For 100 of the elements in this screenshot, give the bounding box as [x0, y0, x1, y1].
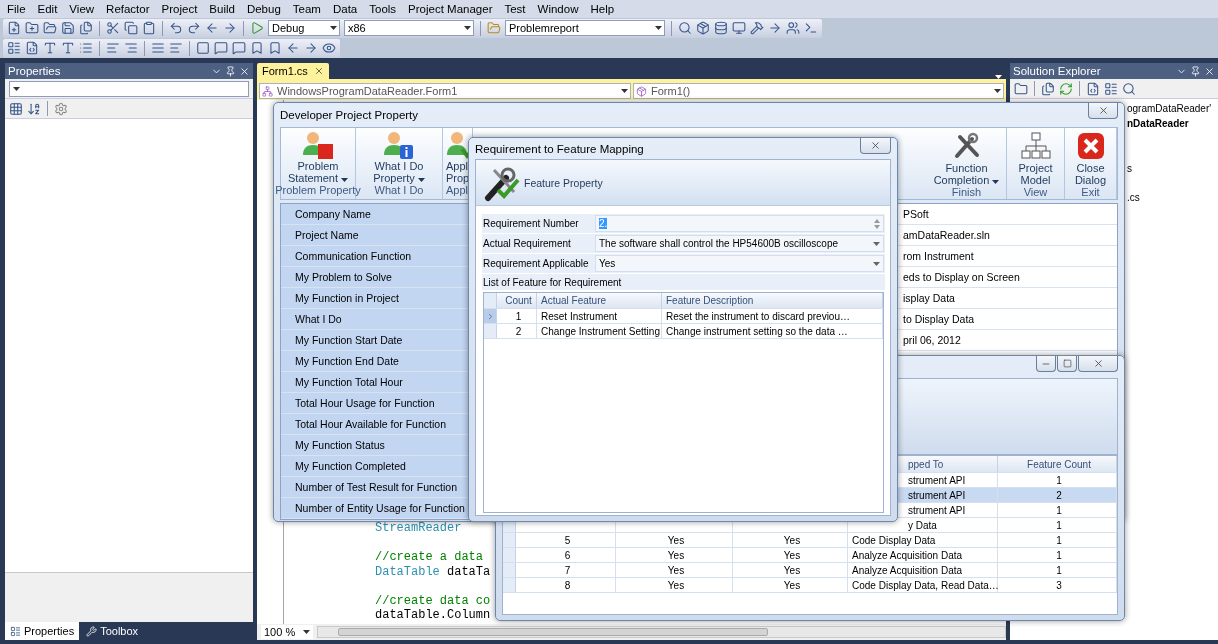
ribbon-button[interactable]: What I Do Property: [363, 128, 435, 184]
terminal-icon[interactable]: [804, 21, 818, 35]
panel-tab[interactable]: Toolbox: [81, 622, 144, 640]
next-icon[interactable]: [304, 41, 318, 55]
menu-item[interactable]: Build: [203, 0, 241, 18]
column-header[interactable]: Actual Feature: [537, 293, 662, 308]
start-icon[interactable]: [250, 21, 264, 35]
previous-icon[interactable]: [286, 41, 300, 55]
menu-item[interactable]: Edit: [31, 0, 64, 18]
find-dropdown[interactable]: Problemreport: [505, 20, 665, 36]
wrench-icon[interactable]: [86, 625, 98, 637]
categorized-icon[interactable]: [9, 101, 23, 116]
menu-item[interactable]: Debug: [240, 0, 287, 18]
font-icon[interactable]: [61, 41, 75, 55]
uncomment-lines-icon[interactable]: [169, 41, 183, 55]
menu-item[interactable]: File: [1, 0, 32, 18]
close-icon[interactable]: [1204, 65, 1215, 77]
menu-item[interactable]: Project Manager: [402, 0, 499, 18]
files-icon[interactable]: [1041, 81, 1055, 96]
column-header[interactable]: Feature Count: [998, 456, 1117, 472]
menu-item[interactable]: View: [63, 0, 101, 18]
hammer-icon[interactable]: [750, 21, 764, 35]
navigate-forward-icon[interactable]: [223, 21, 237, 35]
copy-icon[interactable]: [124, 21, 138, 35]
comment-lines-icon[interactable]: [151, 41, 165, 55]
close-icon[interactable]: [239, 65, 250, 77]
open-folder-icon[interactable]: [43, 21, 57, 35]
ribbon-button[interactable]: Project Model: [1010, 128, 1061, 186]
redo-icon[interactable]: [187, 21, 201, 35]
close-icon[interactable]: [1097, 105, 1109, 116]
member-dropdown[interactable]: Form1(): [633, 83, 1004, 99]
settings-icon[interactable]: [54, 101, 68, 116]
close-icon[interactable]: [313, 66, 324, 76]
view-icon[interactable]: [322, 41, 336, 55]
tree-item[interactable]: s: [1127, 161, 1132, 176]
bookmark-icon[interactable]: [250, 41, 264, 55]
zoom-dropdown[interactable]: 100 %: [261, 625, 314, 639]
horizontal-scrollbar[interactable]: [317, 626, 1006, 638]
configuration-dropdown[interactable]: Debug: [268, 20, 340, 36]
search-icon[interactable]: [1122, 81, 1136, 96]
document-tab[interactable]: Form1.cs: [257, 63, 329, 79]
platform-dropdown[interactable]: x86: [344, 20, 474, 36]
list-icon[interactable]: [79, 41, 93, 55]
menu-item[interactable]: Project: [155, 0, 204, 18]
menu-item[interactable]: Refactor: [100, 0, 156, 18]
menu-item[interactable]: Data: [326, 0, 364, 18]
indent-icon[interactable]: [124, 41, 138, 55]
folder-icon[interactable]: [1014, 81, 1028, 96]
cut-icon[interactable]: [106, 21, 120, 35]
undo-icon[interactable]: [169, 21, 183, 35]
ribbon-button[interactable]: Function Completion: [930, 128, 1003, 186]
object-dropdown[interactable]: [9, 80, 249, 97]
save-all-icon[interactable]: [79, 21, 93, 35]
close-icon[interactable]: [1092, 358, 1104, 369]
sort-icon[interactable]: [27, 101, 41, 116]
class-icon[interactable]: [262, 85, 273, 97]
package-icon[interactable]: [696, 21, 710, 35]
pin-icon[interactable]: [1190, 65, 1201, 77]
ribbon-button[interactable]: Close Dialog: [1065, 128, 1116, 186]
bookmark-icon[interactable]: [268, 41, 282, 55]
class-dropdown[interactable]: WindowsProgramDataReader.Form1: [259, 83, 631, 99]
column-header[interactable]: Feature Description: [662, 293, 883, 308]
users-icon[interactable]: [786, 21, 800, 35]
maximize-icon[interactable]: [1062, 359, 1072, 368]
spinner-icon[interactable]: [874, 218, 880, 229]
maximize-button[interactable]: [1057, 356, 1077, 372]
refresh-icon[interactable]: [1059, 81, 1073, 96]
menu-item[interactable]: Team: [286, 0, 327, 18]
find-folder-icon[interactable]: [487, 21, 501, 35]
monitor-icon[interactable]: [732, 21, 746, 35]
save-icon[interactable]: [61, 21, 75, 35]
tree-item[interactable]: ogramDataReader': [1127, 101, 1212, 116]
properties-icon[interactable]: [10, 625, 21, 637]
close-button[interactable]: [860, 138, 891, 154]
designer-icon[interactable]: [1104, 81, 1118, 96]
navigate-back-icon[interactable]: [205, 21, 219, 35]
panel-tab[interactable]: Properties: [5, 622, 80, 640]
frame-icon[interactable]: [196, 41, 210, 55]
tree-item[interactable]: nDataReader: [1127, 116, 1189, 131]
list-icon[interactable]: [7, 41, 21, 55]
menu-item[interactable]: Window: [531, 0, 585, 18]
pin-icon[interactable]: [225, 65, 236, 77]
close-button[interactable]: [1088, 103, 1118, 119]
combo-field[interactable]: The software shall control the HP54600B oscilloscope: [595, 235, 884, 252]
arrow-icon[interactable]: [768, 21, 782, 35]
method-icon[interactable]: [636, 85, 647, 97]
message-icon[interactable]: [232, 41, 246, 55]
ribbon-button[interactable]: Problem Statement: [282, 128, 354, 184]
new-file-icon[interactable]: [7, 21, 21, 35]
paste-icon[interactable]: [142, 21, 156, 35]
menu-item[interactable]: Tools: [363, 0, 403, 18]
minimize-button[interactable]: [1036, 356, 1056, 372]
code-icon[interactable]: [1086, 81, 1100, 96]
combo-field[interactable]: Yes: [595, 255, 884, 272]
tree-item[interactable]: .cs: [1127, 190, 1140, 205]
close-icon[interactable]: [870, 140, 881, 151]
search-icon[interactable]: [678, 21, 692, 35]
outdent-icon[interactable]: [106, 41, 120, 55]
close-button[interactable]: [1078, 356, 1118, 372]
menu-item[interactable]: Help: [584, 0, 621, 18]
